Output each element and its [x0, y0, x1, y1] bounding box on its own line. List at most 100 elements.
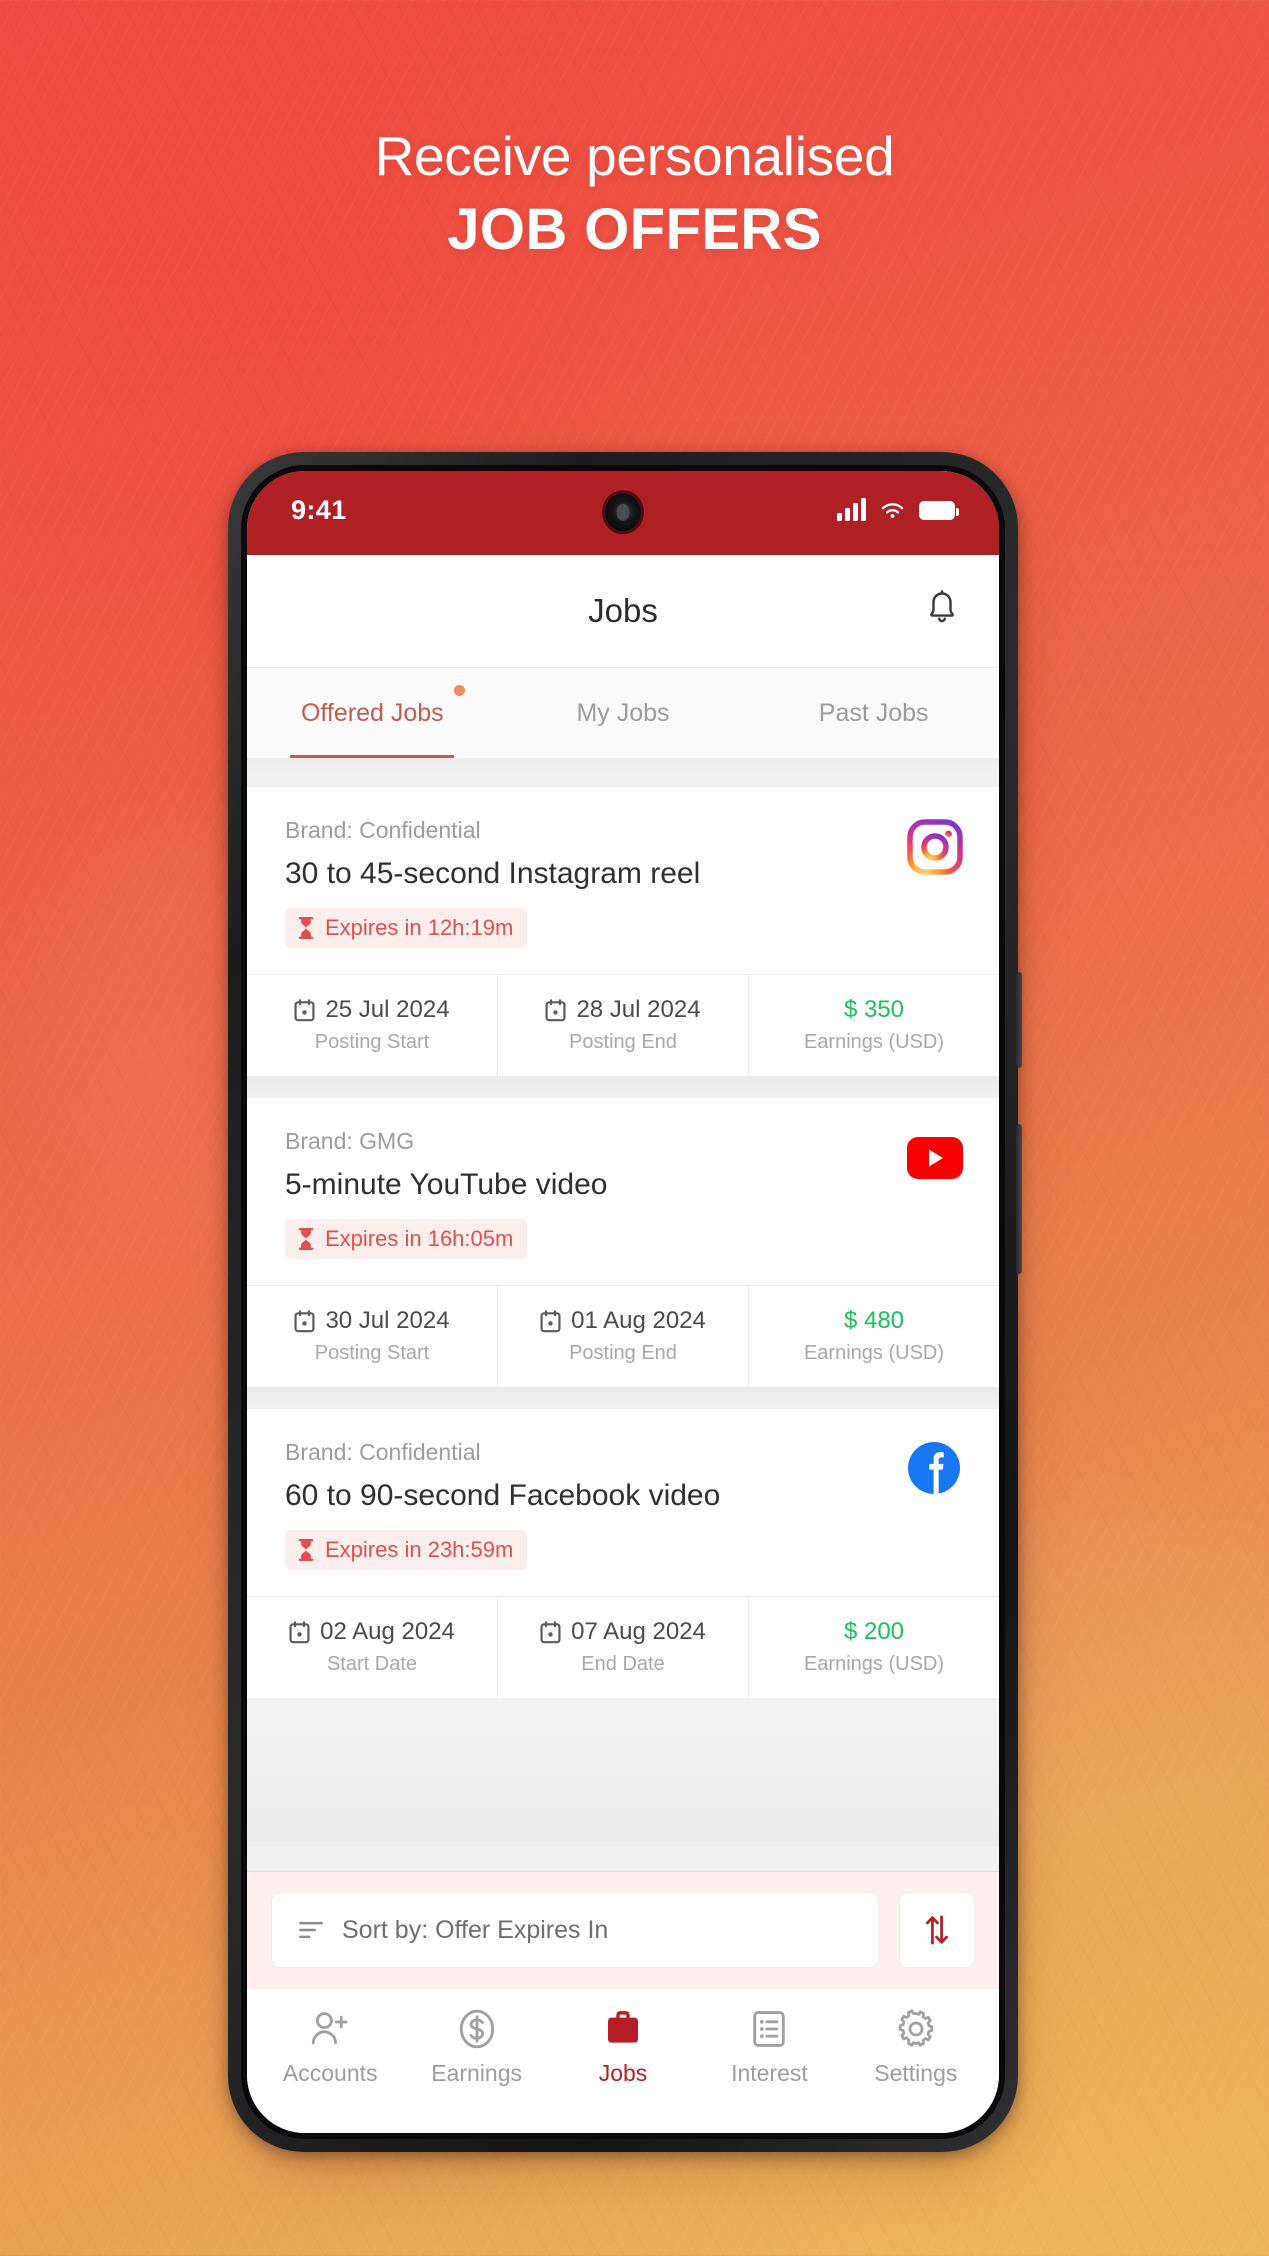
instagram-icon — [907, 819, 963, 875]
briefcase-icon — [608, 2011, 639, 2043]
phone-power-button[interactable] — [1016, 1124, 1022, 1274]
bottom-navigation: Accounts Earnings Jobs Interest Settings — [247, 1988, 999, 2133]
job-meta-label: Posting Start — [314, 1031, 430, 1053]
card-separator — [247, 1076, 999, 1098]
nav-label: Interest — [731, 2060, 808, 2086]
job-meta-value: 07 Aug 2024 — [571, 1618, 706, 1645]
wifi-icon — [881, 502, 904, 518]
list-top-spacer — [247, 759, 999, 787]
job-card[interactable]: Brand: Confidential 30 to 45-second Inst… — [247, 787, 999, 1076]
job-expiry-text: Expires in 23h:59m — [325, 1537, 514, 1562]
user-add-icon — [312, 2012, 348, 2045]
nav-label: Earnings — [431, 2060, 522, 2086]
nav-label: Jobs — [598, 2060, 648, 2086]
job-meta-label: End Date — [581, 1653, 665, 1675]
job-meta-row: 25 Jul 2024 Posting Start 28 Jul 2024 Po… — [247, 974, 999, 1076]
job-card[interactable]: Brand: Confidential 60 to 90-second Face… — [247, 1409, 999, 1698]
job-expiry-badge: Expires in 16h:05m — [285, 1219, 528, 1259]
job-brand: Brand: Confidential — [285, 1439, 481, 1465]
card-separator — [247, 1387, 999, 1409]
nav-item-accounts[interactable]: Accounts — [257, 2009, 403, 2087]
sort-lines-icon — [299, 1921, 323, 1939]
sort-direction-button[interactable] — [899, 1892, 975, 1968]
job-meta-value: 28 Jul 2024 — [576, 996, 701, 1023]
job-meta-cell: 01 Aug 2024 Posting End — [498, 1286, 749, 1387]
job-earnings-value: $ 480 — [843, 1307, 905, 1334]
job-meta-value: 25 Jul 2024 — [325, 996, 450, 1023]
promo-line-2: JOB OFFERS — [447, 196, 822, 262]
tab-past-jobs[interactable]: Past Jobs — [748, 668, 999, 758]
job-meta-value-wrap: 25 Jul 2024 — [247, 996, 497, 1024]
sort-direction-arrows-icon — [925, 1915, 949, 1945]
calendar-icon — [289, 1620, 310, 1643]
job-tabs: Offered Jobs My Jobs Past Jobs — [247, 667, 999, 759]
job-meta-row: 02 Aug 2024 Start Date 07 Aug 2024 End D… — [247, 1596, 999, 1698]
job-card-body[interactable]: Brand: GMG 5-minute YouTube video Expire… — [247, 1098, 999, 1285]
job-expiry-badge: Expires in 12h:19m — [285, 908, 528, 948]
front-camera-icon — [605, 493, 641, 532]
job-expiry-text: Expires in 12h:19m — [325, 915, 514, 940]
job-meta-label: Earnings (USD) — [803, 1031, 945, 1053]
page-title: Jobs — [588, 592, 658, 629]
job-title: 60 to 90-second Facebook video — [285, 1479, 721, 1512]
cellular-signal-icon — [837, 498, 866, 521]
job-meta-value-wrap: 07 Aug 2024 — [498, 1618, 748, 1646]
battery-full-icon — [919, 500, 959, 520]
status-time: 9:41 — [291, 494, 347, 525]
calendar-icon — [540, 1309, 561, 1332]
hourglass-icon — [298, 917, 314, 939]
job-meta-label: Posting Start — [314, 1342, 430, 1364]
job-expiry-badge: Expires in 23h:59m — [285, 1530, 528, 1570]
job-card-body[interactable]: Brand: Confidential 60 to 90-second Face… — [247, 1409, 999, 1596]
job-meta-value-wrap: 02 Aug 2024 — [247, 1618, 497, 1646]
nav-label: Accounts — [282, 2060, 378, 2086]
list-document-icon — [753, 2011, 786, 2047]
phone-volume-button[interactable] — [1016, 972, 1022, 1068]
job-meta-row: 30 Jul 2024 Posting Start 01 Aug 2024 Po… — [247, 1285, 999, 1387]
job-card-body[interactable]: Brand: Confidential 30 to 45-second Inst… — [247, 787, 999, 974]
sort-by-label: Sort by: Offer Expires In — [342, 1915, 609, 1944]
job-meta-cell: 30 Jul 2024 Posting Start — [247, 1286, 498, 1387]
promo-headline: Receive personalised JOB OFFERS — [0, 125, 1269, 264]
job-meta-label: Posting End — [569, 1342, 677, 1364]
job-earnings-value: $ 200 — [843, 1618, 905, 1645]
promo-line-1: Receive personalised — [374, 125, 895, 187]
job-meta-value: 02 Aug 2024 — [320, 1618, 455, 1645]
nav-item-settings[interactable]: Settings — [843, 2009, 989, 2087]
phone-frame: 9:41 Jobs Offered Jobs My Jobs Past Jobs… — [228, 452, 1022, 2152]
bell-icon[interactable] — [925, 590, 959, 633]
gear-icon — [898, 2009, 934, 2047]
nav-item-interest[interactable]: Interest — [696, 2009, 842, 2087]
job-brand: Brand: GMG — [285, 1128, 415, 1154]
calendar-icon — [545, 998, 566, 1021]
jobs-list[interactable]: Brand: Confidential 30 to 45-second Inst… — [247, 759, 999, 1871]
sort-bar: Sort by: Offer Expires In — [247, 1871, 999, 1988]
job-expiry-text: Expires in 16h:05m — [325, 1226, 514, 1251]
job-brand: Brand: Confidential — [285, 817, 481, 843]
job-meta-cell: $ 350 Earnings (USD) — [749, 975, 999, 1076]
nav-label: Settings — [874, 2060, 958, 2086]
tab-label: Past Jobs — [818, 698, 929, 727]
tab-label: Offered Jobs — [300, 698, 444, 727]
job-meta-label: Posting End — [569, 1031, 677, 1053]
job-meta-value: 30 Jul 2024 — [325, 1307, 450, 1334]
job-meta-cell: 28 Jul 2024 Posting End — [498, 975, 749, 1076]
nav-item-earnings[interactable]: Earnings — [403, 2009, 549, 2087]
job-meta-label: Earnings (USD) — [803, 1653, 945, 1675]
sort-by-select[interactable]: Sort by: Offer Expires In — [271, 1892, 879, 1968]
job-meta-value-wrap: 30 Jul 2024 — [247, 1307, 497, 1335]
tab-badge-dot — [454, 685, 466, 696]
tab-my-jobs[interactable]: My Jobs — [498, 668, 749, 758]
job-meta-value-wrap: 01 Aug 2024 — [498, 1307, 748, 1335]
job-title: 5-minute YouTube video — [285, 1168, 608, 1201]
calendar-icon — [294, 998, 315, 1021]
tab-offered-jobs[interactable]: Offered Jobs — [247, 668, 498, 758]
status-icons — [837, 498, 959, 521]
phone-bezel: 9:41 Jobs Offered Jobs My Jobs Past Jobs… — [241, 465, 1005, 2139]
job-card[interactable]: Brand: GMG 5-minute YouTube video Expire… — [247, 1098, 999, 1387]
tab-label: My Jobs — [576, 698, 670, 727]
youtube-icon — [907, 1130, 963, 1186]
facebook-icon — [907, 1441, 963, 1497]
nav-item-jobs[interactable]: Jobs — [550, 2009, 696, 2087]
calendar-icon — [294, 1309, 315, 1332]
